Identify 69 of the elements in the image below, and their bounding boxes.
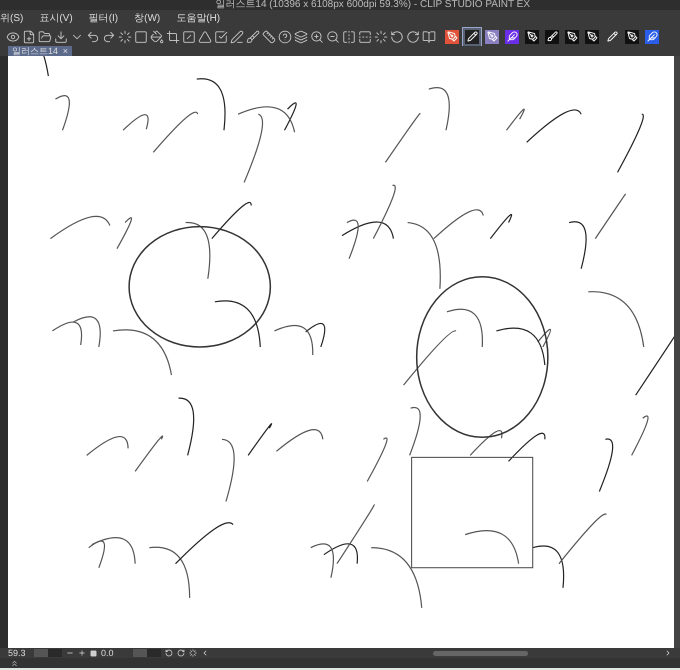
flip-vertical-icon[interactable] bbox=[358, 30, 372, 44]
pen-nib-icon bbox=[566, 31, 578, 42]
brush-tool-button[interactable] bbox=[623, 28, 641, 46]
triangle-icon[interactable] bbox=[198, 30, 212, 44]
bucket-icon[interactable] bbox=[150, 30, 164, 44]
menu-item[interactable]: 필터(I) bbox=[88, 11, 118, 26]
redo-icon[interactable] bbox=[102, 30, 116, 44]
brush-tool-button[interactable] bbox=[523, 28, 541, 46]
rotation-slider[interactable] bbox=[133, 649, 161, 657]
brush-tool-button[interactable] bbox=[583, 28, 601, 46]
scroll-left-icon[interactable] bbox=[201, 649, 209, 657]
expand-icon[interactable] bbox=[10, 658, 19, 668]
pen-line-icon[interactable] bbox=[230, 30, 244, 44]
pen-nib-icon bbox=[446, 31, 458, 42]
scroll-right-icon[interactable] bbox=[664, 649, 672, 657]
pencil-icon bbox=[466, 31, 478, 42]
new-file-icon[interactable] bbox=[22, 30, 36, 44]
zoom-in-icon[interactable] bbox=[310, 30, 324, 44]
folder-icon[interactable] bbox=[38, 30, 52, 44]
feather-icon bbox=[506, 31, 518, 42]
pen-nib-icon bbox=[626, 31, 638, 42]
tab-label: 일러스트14 bbox=[12, 46, 58, 56]
pen-nib-icon bbox=[486, 31, 498, 42]
fit-icon[interactable] bbox=[90, 650, 97, 656]
help-icon[interactable] bbox=[278, 30, 292, 44]
pencil-icon bbox=[606, 31, 618, 42]
layers-icon[interactable] bbox=[294, 30, 308, 44]
brush-tool-button[interactable] bbox=[503, 28, 521, 46]
crop-icon[interactable] bbox=[166, 30, 180, 44]
checked-square-icon[interactable] bbox=[214, 30, 228, 44]
pen-nib-icon bbox=[586, 31, 598, 42]
brush-icon bbox=[546, 31, 558, 42]
vertical-scrollbar[interactable] bbox=[674, 56, 680, 648]
rotate-left-icon[interactable] bbox=[390, 30, 404, 44]
rotate-left-icon[interactable] bbox=[165, 649, 173, 657]
book-icon[interactable] bbox=[422, 30, 436, 44]
brush-tool-button[interactable] bbox=[483, 28, 501, 46]
undo-icon[interactable] bbox=[86, 30, 100, 44]
menu-item[interactable]: 표시(V) bbox=[39, 11, 73, 26]
menu-item[interactable]: 창(W) bbox=[134, 11, 160, 26]
zoom-in-icon[interactable] bbox=[78, 649, 86, 657]
slashed-square-icon[interactable] bbox=[182, 30, 196, 44]
reset-icon[interactable] bbox=[189, 649, 197, 657]
rotation-value[interactable]: 0.0 bbox=[101, 648, 129, 658]
document-tab[interactable]: 일러스트14 × bbox=[8, 46, 72, 56]
download-icon[interactable] bbox=[54, 30, 68, 44]
zoom-slider[interactable] bbox=[34, 649, 62, 657]
rotate-right-icon[interactable] bbox=[406, 30, 420, 44]
rotate-right-icon[interactable] bbox=[177, 649, 185, 657]
square-icon[interactable] bbox=[134, 30, 148, 44]
brush-tool-button[interactable] bbox=[543, 28, 561, 46]
horizontal-scrollbar-thumb[interactable] bbox=[433, 650, 528, 656]
menu-item[interactable]: 도움말(H) bbox=[176, 11, 220, 26]
pen-nib-icon bbox=[526, 31, 538, 42]
zoom-value[interactable]: 59.3 bbox=[8, 648, 30, 658]
brush-tool-button[interactable] bbox=[563, 28, 581, 46]
brush-icon[interactable] bbox=[246, 30, 260, 44]
zoom-out-icon[interactable] bbox=[326, 30, 340, 44]
dotted-circle-icon[interactable] bbox=[374, 30, 388, 44]
eye-icon[interactable] bbox=[6, 30, 20, 44]
brush-tool-button[interactable] bbox=[443, 28, 461, 46]
tab-close[interactable]: × bbox=[62, 46, 68, 56]
ruler-icon[interactable] bbox=[262, 30, 276, 44]
brush-tool-button[interactable] bbox=[643, 28, 661, 46]
dotted-circle-icon[interactable] bbox=[118, 30, 132, 44]
brush-tool-button[interactable] bbox=[463, 28, 481, 46]
feather-icon bbox=[646, 31, 658, 42]
menu-item[interactable]: 위(S) bbox=[0, 11, 24, 26]
flip-horizontal-icon[interactable] bbox=[342, 30, 356, 44]
